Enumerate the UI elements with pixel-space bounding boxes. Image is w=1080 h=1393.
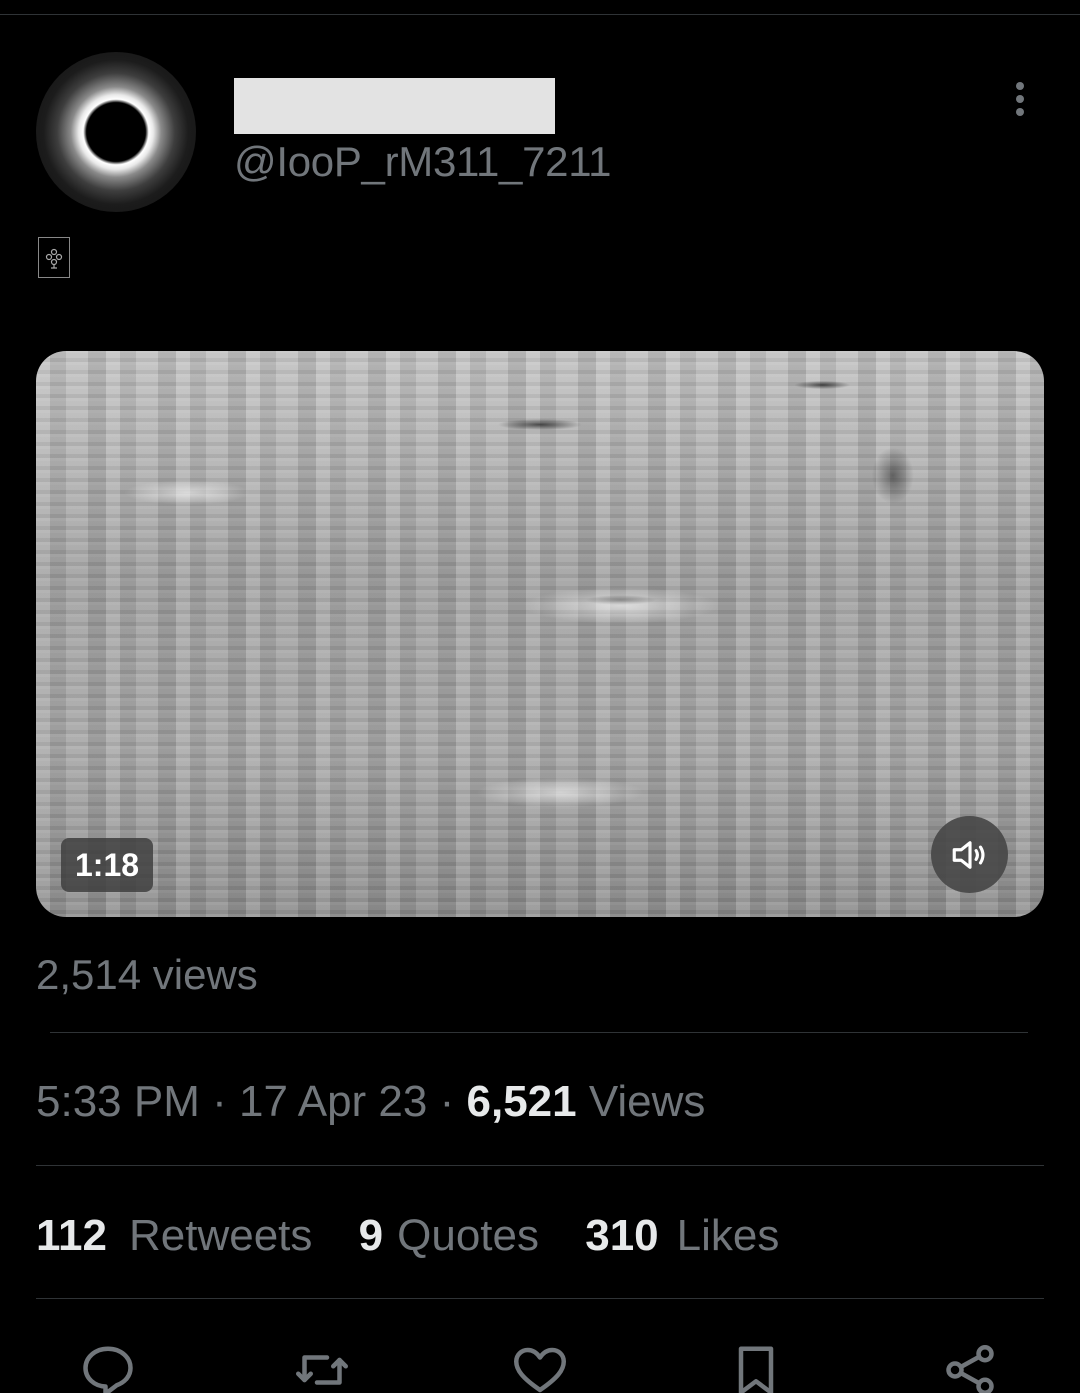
video-duration-badge: 1:18: [61, 838, 154, 892]
divider: [36, 1165, 1044, 1166]
tweet-detail-screen: @IooP_rM311_7211 1:18 2,514 views 5:33 P…: [0, 0, 1080, 1393]
retweets-stat[interactable]: 112 Retweets: [36, 1210, 312, 1262]
meta-separator: ·: [212, 1077, 227, 1126]
reply-icon: [83, 1346, 133, 1393]
divider: [50, 1032, 1028, 1033]
avatar[interactable]: [36, 52, 196, 212]
tweet-views-label[interactable]: Views: [589, 1077, 706, 1126]
more-vertical-icon-dot: [1016, 108, 1024, 116]
meta-separator: ·: [439, 1077, 455, 1126]
retweet-icon: [296, 1355, 348, 1385]
likes-count: 310: [585, 1211, 659, 1260]
quotes-count: 9: [358, 1211, 384, 1260]
video-view-count: 2,514 views: [36, 951, 258, 998]
like-button[interactable]: [510, 1340, 570, 1393]
user-handle[interactable]: @IooP_rM311_7211: [234, 138, 612, 186]
more-vertical-icon: [1016, 82, 1024, 90]
likes-stat[interactable]: 310 Likes: [585, 1210, 779, 1262]
more-vertical-icon-dot: [1016, 95, 1024, 103]
reply-button[interactable]: [78, 1340, 138, 1393]
top-divider: [0, 14, 1080, 15]
likes-label: Likes: [676, 1211, 780, 1260]
quotes-stat[interactable]: 9 Quotes: [359, 1210, 539, 1262]
tweet-time[interactable]: 5:33 PM: [36, 1077, 200, 1126]
retweet-button[interactable]: [292, 1340, 352, 1393]
ornament-glyph-icon: [45, 248, 63, 269]
retweets-count: 112: [36, 1211, 107, 1260]
retweets-label: Retweets: [128, 1211, 313, 1260]
volume-icon: [952, 840, 985, 869]
heart-icon: [514, 1347, 566, 1393]
tweet-meta-line: 5:33 PM · 17 Apr 23 · 6,521 Views: [36, 1076, 705, 1128]
video-player[interactable]: 1:18: [36, 351, 1044, 917]
quotes-label: Quotes: [397, 1211, 539, 1260]
bookmark-button[interactable]: [726, 1340, 786, 1393]
tweet-text-glyph: [38, 237, 70, 278]
engagement-stats: 112 Retweets 9 Quotes 310 Likes: [36, 1210, 813, 1262]
tweet-date[interactable]: 17 Apr 23: [239, 1077, 427, 1126]
bookmark-icon: [738, 1346, 774, 1393]
divider: [36, 1298, 1044, 1299]
display-name-redacted[interactable]: [234, 78, 555, 134]
share-button[interactable]: [940, 1340, 1000, 1393]
tweet-views-number[interactable]: 6,521: [467, 1077, 577, 1126]
share-icon: [946, 1345, 994, 1393]
volume-button[interactable]: [931, 816, 1008, 893]
more-options-button[interactable]: [1004, 78, 1036, 120]
